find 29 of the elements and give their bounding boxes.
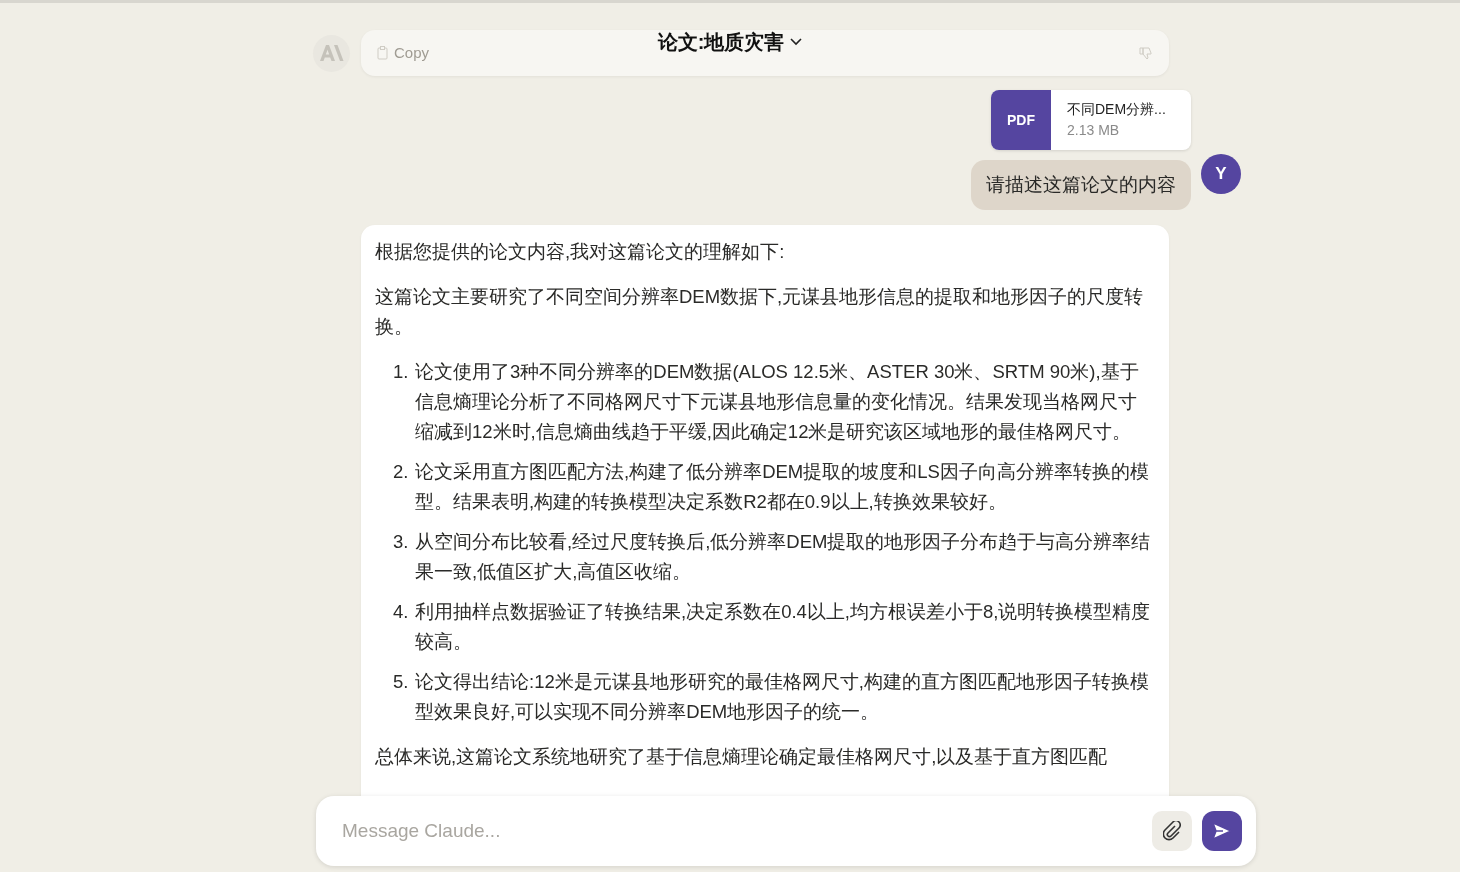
message-input[interactable]: Message Claude... [340, 815, 1142, 847]
send-button[interactable] [1202, 811, 1242, 851]
list-item-text: 从空间分布比较看,经过尺度转换后,低分辨率DEM提取的地形因子分布趋于与高分辨率结果一致,低值区扩大,高值区收缩。 [415, 530, 1152, 584]
list-item-text: 论文采用直方图匹配方法,构建了低分辨率DEM提取的坡度和LS因子向高分辨率转换的模型。结果表明,构建的转换模型决定系数R2都在0.9以上,转换效果较好。 [415, 460, 1150, 514]
clipboard-icon [377, 46, 388, 60]
logo-icon [319, 45, 344, 61]
file-size: 2.13 MB [1067, 121, 1121, 140]
paperclip-icon [1163, 821, 1181, 841]
thumbs-down-icon[interactable] [1139, 46, 1153, 60]
attachment-card[interactable]: PDF 不同DEM分辨... 2.13 MB [991, 90, 1191, 150]
file-name: 不同DEM分辨... [1067, 100, 1166, 119]
list-item-text: 利用抽样点数据验证了转换结果,决定系数在0.4以上,均方根误差小于8,说明转换模型精度较高。 [415, 600, 1152, 654]
list-number: 3. [393, 530, 410, 554]
chevron-down-icon [790, 38, 803, 46]
list-number: 2. [393, 460, 410, 484]
user-message: 请描述这篇论文的内容 [971, 160, 1191, 210]
list-number: 1. [393, 360, 410, 384]
conversation-title[interactable]: 论文:地质灾害 [651, 21, 809, 63]
list-number: 4. [393, 600, 410, 624]
attach-button[interactable] [1152, 811, 1192, 851]
list-item-text: 论文使用了3种不同分辨率的DEM数据(ALOS 12.5米、ASTER 30米、SRTM 90米),基于信息熵理论分析了不同格网尺寸下元谋县地形信息量的变化情况。结果发现当格网尺寸缩减到12米时,信息熵曲线趋于平缓,因此确定12米是研究该区域地形的最佳格网尺寸。 [415, 360, 1140, 444]
reply-paragraph: 总体来说,这篇论文系统地研究了基于信息熵理论确定最佳格网尺寸,以及基于直方图匹配 [375, 745, 1109, 769]
list-item-text: 论文得出结论:12米是元谋县地形研究的最佳格网尺寸,构建的直方图匹配地形因子转换模型效果良好,可以实现不同分辨率DEM地形因子的统一。 [415, 670, 1150, 724]
file-type-badge: PDF [991, 90, 1051, 150]
reply-paragraph: 根据您提供的论文内容,我对这篇论文的理解如下: [375, 240, 786, 264]
list-number: 5. [393, 670, 410, 694]
user-avatar: Y [1201, 154, 1241, 194]
reply-paragraph: 这篇论文主要研究了不同空间分辨率DEM数据下,元谋县地形信息的提取和地形因子的尺度转换。 [375, 285, 1145, 339]
send-icon [1213, 823, 1231, 839]
